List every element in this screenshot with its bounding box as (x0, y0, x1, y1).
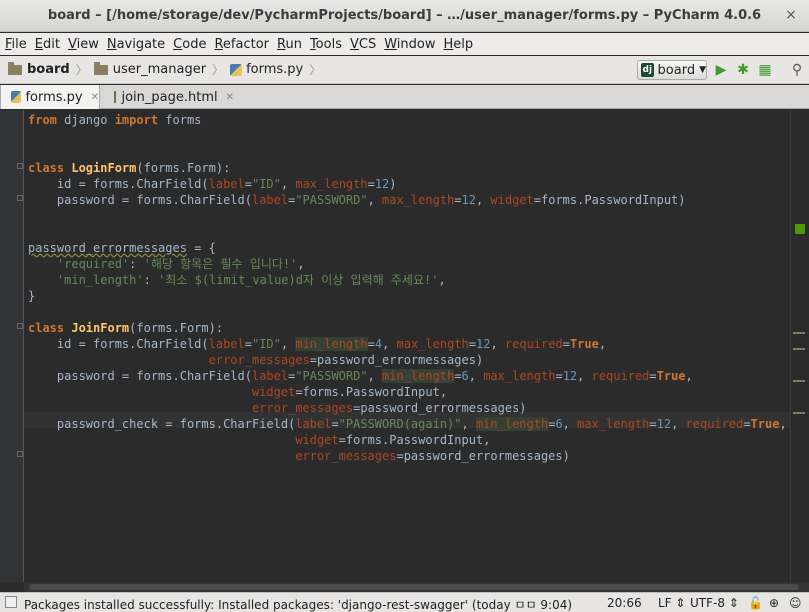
menu-item-edit[interactable]: Edit (35, 37, 60, 52)
run-configuration-label: board (657, 62, 696, 78)
close-tab-icon[interactable]: ✕ (226, 92, 234, 103)
file-encoding[interactable]: UTF-8 ⇕ (690, 596, 739, 610)
menu-item-run[interactable]: Run (277, 37, 302, 52)
code-line[interactable]: class JoinForm(forms.Form): (28, 320, 223, 336)
status-message[interactable]: Packages installed successfully: Install… (24, 596, 572, 612)
window-titlebar: board – [/home/storage/dev/PycharmProjec… (0, 0, 809, 32)
stripe-marker[interactable] (793, 348, 805, 350)
status-bar: Packages installed successfully: Install… (0, 592, 809, 612)
chevron-down-icon: ▼ (699, 65, 706, 75)
event-log-icon[interactable] (5, 596, 17, 608)
tab-label: forms.py (25, 89, 83, 105)
scrollbar-thumb[interactable] (29, 584, 799, 590)
caret-position[interactable]: 20:66 (607, 596, 642, 610)
menu-bar: File Edit View Navigate Code Refactor Run Tools… (0, 33, 809, 55)
search-icon[interactable]: ⚲ (789, 62, 805, 78)
horizontal-scrollbar[interactable] (24, 582, 809, 592)
stripe-marker[interactable] (793, 332, 805, 334)
code-editor[interactable]: from django import forms class LoginForm… (0, 110, 809, 582)
stripe-marker[interactable] (793, 380, 805, 382)
close-tab-icon[interactable]: ✕ (91, 92, 99, 103)
run-configuration-select[interactable]: dj board ▼ (637, 60, 707, 80)
fold-marker-icon[interactable] (17, 323, 23, 329)
menu-item-code[interactable]: Code (173, 37, 206, 52)
line-separator[interactable]: LF ⇕ (658, 596, 685, 610)
code-line[interactable]: password_errormessages = { (28, 240, 216, 256)
menu-item-window[interactable]: Window (384, 37, 435, 52)
menu-item-tools[interactable]: Tools (310, 37, 342, 52)
code-line[interactable]: id = forms.CharField(label="ID", max_len… (28, 176, 397, 192)
menu-item-refactor[interactable]: Refactor (214, 37, 269, 52)
menu-item-view[interactable]: View (68, 37, 99, 52)
coverage-icon[interactable]: ▦ (757, 62, 773, 78)
stripe-marker[interactable] (793, 412, 805, 414)
close-window-icon[interactable]: × (783, 8, 799, 24)
tab-join-page-html[interactable]: join_page.html ✕ (104, 85, 234, 109)
folder-icon (93, 61, 108, 75)
fold-marker-icon[interactable] (17, 195, 23, 201)
code-line[interactable]: error_messages=password_errormessages) (28, 448, 570, 464)
tab-forms-py[interactable]: forms.py ✕ (0, 85, 100, 109)
code-line[interactable]: password = forms.CharField(label="PASSWO… (28, 192, 686, 208)
folder-icon (8, 61, 22, 75)
window-title: board – [/home/storage/dev/PycharmProjec… (47, 8, 762, 23)
code-line[interactable]: id = forms.CharField(label="ID", min_len… (28, 336, 606, 352)
run-icon[interactable]: ▶ (713, 62, 729, 78)
inspection-icon[interactable]: ⊕ (769, 596, 779, 610)
code-line[interactable]: 'min_length': '최소 $(limit_value)d자 이상 입력… (28, 272, 446, 288)
python-file-icon (11, 91, 22, 103)
editor-tab-bar: forms.py ✕ join_page.html ✕ (0, 85, 809, 109)
code-line[interactable]: error_messages=password_errormessages) (28, 400, 527, 416)
code-line[interactable] (28, 144, 35, 160)
lock-icon[interactable]: 🔓 (748, 596, 763, 610)
code-line[interactable]: } (28, 288, 35, 304)
menu-item-help[interactable]: Help (444, 37, 474, 52)
python-file-icon (230, 63, 243, 76)
code-line[interactable]: widget=forms.PasswordInput, (28, 384, 447, 400)
code-line[interactable]: widget=forms.PasswordInput, (28, 432, 490, 448)
code-line[interactable]: password = forms.CharField(label="PASSWO… (28, 368, 693, 384)
highlighting-icon[interactable]: ☺ (789, 596, 802, 610)
breadcrumb-file[interactable]: forms.py 〉 (230, 61, 327, 78)
tab-label: join_page.html (121, 89, 218, 105)
fold-marker-icon[interactable] (17, 451, 23, 457)
code-line[interactable] (28, 304, 35, 320)
code-line[interactable] (28, 128, 35, 144)
code-line[interactable]: 'required': '해당 항목은 필수 입니다!', (28, 256, 305, 272)
debug-icon[interactable]: ✱ (735, 62, 751, 78)
code-line[interactable]: error_messages=password_errormessages) (28, 352, 484, 368)
code-line[interactable]: class LoginForm(forms.Form): (28, 160, 230, 176)
error-stripe[interactable] (790, 110, 809, 582)
django-icon: dj (641, 63, 654, 77)
fold-marker-icon[interactable] (17, 163, 23, 169)
menu-item-vcs[interactable]: VCS (350, 37, 376, 52)
editor-gutter (0, 110, 24, 582)
code-line[interactable]: from django import forms (28, 112, 201, 128)
menu-item-navigate[interactable]: Navigate (107, 37, 165, 52)
code-line[interactable] (28, 224, 35, 240)
code-line[interactable]: password_check = forms.CharField(label="… (28, 416, 787, 432)
breadcrumb-project[interactable]: board 〉 (8, 61, 94, 78)
code-line[interactable] (28, 208, 35, 224)
html-file-icon (114, 91, 117, 103)
menu-item-file[interactable]: File (5, 37, 27, 52)
breadcrumb-package[interactable]: user_manager 〉 (93, 61, 230, 78)
inspection-ok-icon[interactable] (795, 224, 805, 234)
